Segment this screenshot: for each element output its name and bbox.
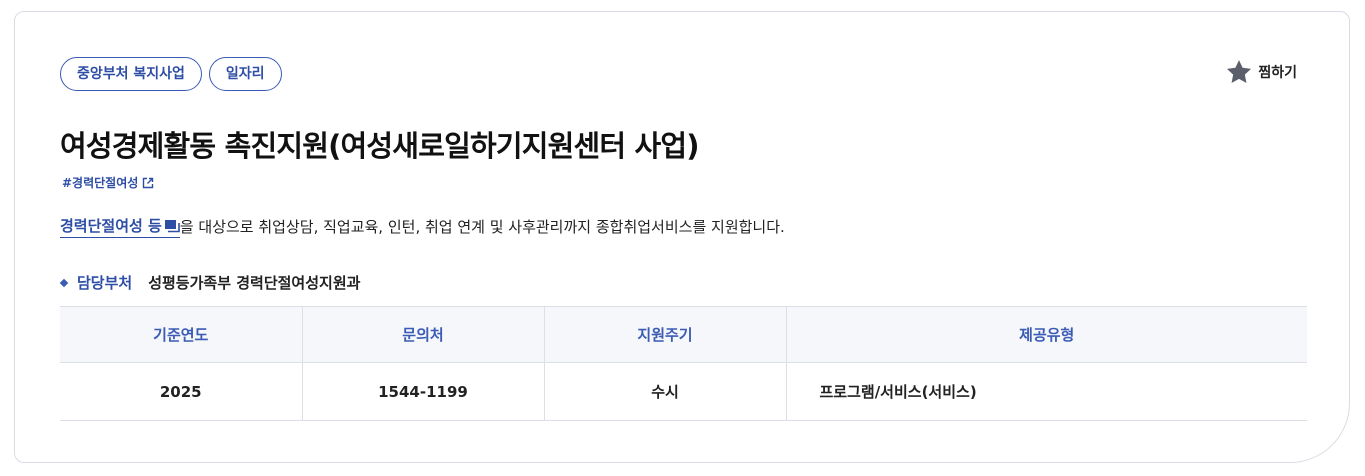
header-support-cycle: 지원주기 — [543, 306, 786, 363]
star-icon — [1227, 60, 1252, 83]
info-table: 기준연도 문의처 지원주기 제공유형 2025 1544-1199 수시 프로그… — [60, 306, 1307, 421]
department-value: 성평등가족부 경력단절여성지원과 — [148, 274, 361, 292]
cell-provision-type: 프로그램/서비스(서비스) — [785, 362, 1307, 421]
cell-base-year: 2025 — [60, 362, 302, 421]
diamond-bullet-icon — [59, 278, 69, 287]
table-row: 2025 1544-1199 수시 프로그램/서비스(서비스) — [60, 362, 1307, 421]
page-title: 여성경제활동 촉진지원(여성새로일하기지원센터 사업) — [60, 129, 700, 163]
tag-central-welfare[interactable]: 중앙부처 복지사업 — [60, 57, 202, 91]
department-label: 담당부처 — [77, 274, 133, 292]
hashtag-link[interactable]: #경력단절여성 — [62, 174, 154, 191]
category-tags: 중앙부처 복지사업 일자리 — [60, 57, 282, 91]
copy-icon — [164, 219, 180, 232]
description: 경력단절여성 등 을 대상으로 취업상담, 직업교육, 인턴, 취업 연계 및 … — [60, 215, 785, 238]
service-card: 중앙부처 복지사업 일자리 찜하기 여성경제활동 촉진지원(여성새로일하기지원센… — [14, 11, 1350, 463]
header-base-year: 기준연도 — [60, 306, 302, 363]
tag-jobs[interactable]: 일자리 — [208, 57, 282, 91]
header-contact: 문의처 — [301, 306, 544, 363]
hashtag-label: #경력단절여성 — [62, 176, 139, 190]
department-row: 담당부처 성평등가족부 경력단절여성지원과 — [59, 272, 361, 293]
description-text: 을 대상으로 취업상담, 직업교육, 인턴, 취업 연계 및 사후관리까지 종합… — [179, 218, 785, 236]
favorite-button[interactable]: 찜하기 — [1225, 58, 1297, 86]
header-provision-type: 제공유형 — [785, 306, 1307, 363]
table-header-row: 기준연도 문의처 지원주기 제공유형 — [60, 306, 1307, 363]
target-link[interactable]: 경력단절여성 등 — [60, 215, 180, 238]
cell-support-cycle: 수시 — [543, 362, 786, 421]
external-link-icon — [143, 177, 154, 188]
cell-contact: 1544-1199 — [301, 362, 544, 421]
favorite-label: 찜하기 — [1258, 65, 1297, 81]
target-link-label: 경력단절여성 등 — [60, 217, 162, 235]
